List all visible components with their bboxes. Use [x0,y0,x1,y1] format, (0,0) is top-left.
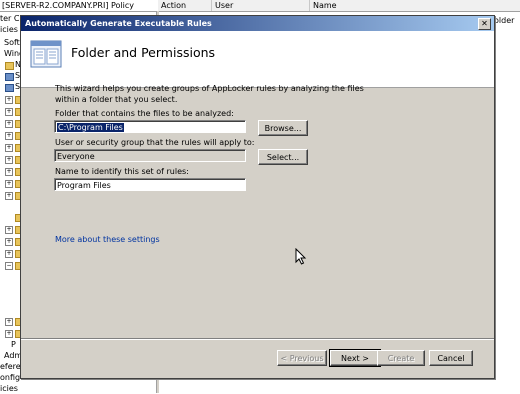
folder-path-value: C:\Program Files [57,123,124,132]
tree-item[interactable]: P [11,340,16,350]
list-item-fragment: older [494,16,515,25]
more-settings-link[interactable]: More about these settings [55,235,160,244]
mouse-cursor-icon [295,248,307,265]
dialog-title: Automatically Generate Executable Rules [25,19,212,28]
previous-button[interactable]: < Previous [277,350,327,366]
expand-icon[interactable]: + [5,330,13,338]
close-icon: ✕ [481,19,488,28]
column-header-user[interactable]: User [212,0,310,11]
rule-set-name-label: Name to identify this set of rules: [55,167,189,176]
tree-item[interactable]: icies [0,25,18,35]
wizard-header: Folder and Permissions [21,31,494,88]
folder-icon [5,62,14,70]
select-button[interactable]: Select... [258,149,308,165]
expand-icon[interactable]: + [5,180,13,188]
expand-icon[interactable]: + [5,108,13,116]
mmc-window-title: [SERVER-R2.COMPANY.PRI] Policy [0,0,160,12]
close-button[interactable]: ✕ [478,18,491,30]
page-title: Folder and Permissions [71,45,216,60]
intro-text: This wizard helps you create groups of A… [55,84,364,104]
column-header-name[interactable]: Name [310,0,513,11]
generate-rules-wizard-dialog: Automatically Generate Executable Rules … [20,15,495,379]
user-group-field[interactable]: Everyone [54,149,246,162]
create-button[interactable]: Create [377,350,425,366]
user-group-label: User or security group that the rules wi… [55,138,255,147]
column-header-action[interactable]: Action [158,0,212,11]
expand-icon[interactable]: + [5,168,13,176]
footer-divider [21,338,494,340]
browse-button[interactable]: Browse... [258,120,308,136]
folder-label: Folder that contains the files to be ana… [55,109,234,118]
cancel-button[interactable]: Cancel [429,350,473,366]
collapse-icon[interactable]: − [5,262,13,270]
folder-permissions-icon [30,40,62,68]
expand-icon[interactable]: + [5,238,13,246]
mmc-column-headers: Action User Name [158,0,520,12]
policy-icon [5,84,14,92]
next-button[interactable]: Next > [329,349,381,367]
expand-icon[interactable]: + [5,226,13,234]
policy-icon [5,73,14,81]
expand-icon[interactable]: + [5,318,13,326]
expand-icon[interactable]: + [5,144,13,152]
expand-icon[interactable]: + [5,132,13,140]
dialog-titlebar[interactable]: Automatically Generate Executable Rules … [21,16,494,31]
expand-icon[interactable]: + [5,120,13,128]
folder-path-input[interactable]: C:\Program Files [54,120,246,133]
expand-icon[interactable]: + [5,156,13,164]
expand-icon[interactable]: + [5,250,13,258]
rule-set-name-input[interactable]: Program Files [54,178,246,191]
expand-icon[interactable]: + [5,96,13,104]
expand-icon[interactable]: + [5,192,13,200]
